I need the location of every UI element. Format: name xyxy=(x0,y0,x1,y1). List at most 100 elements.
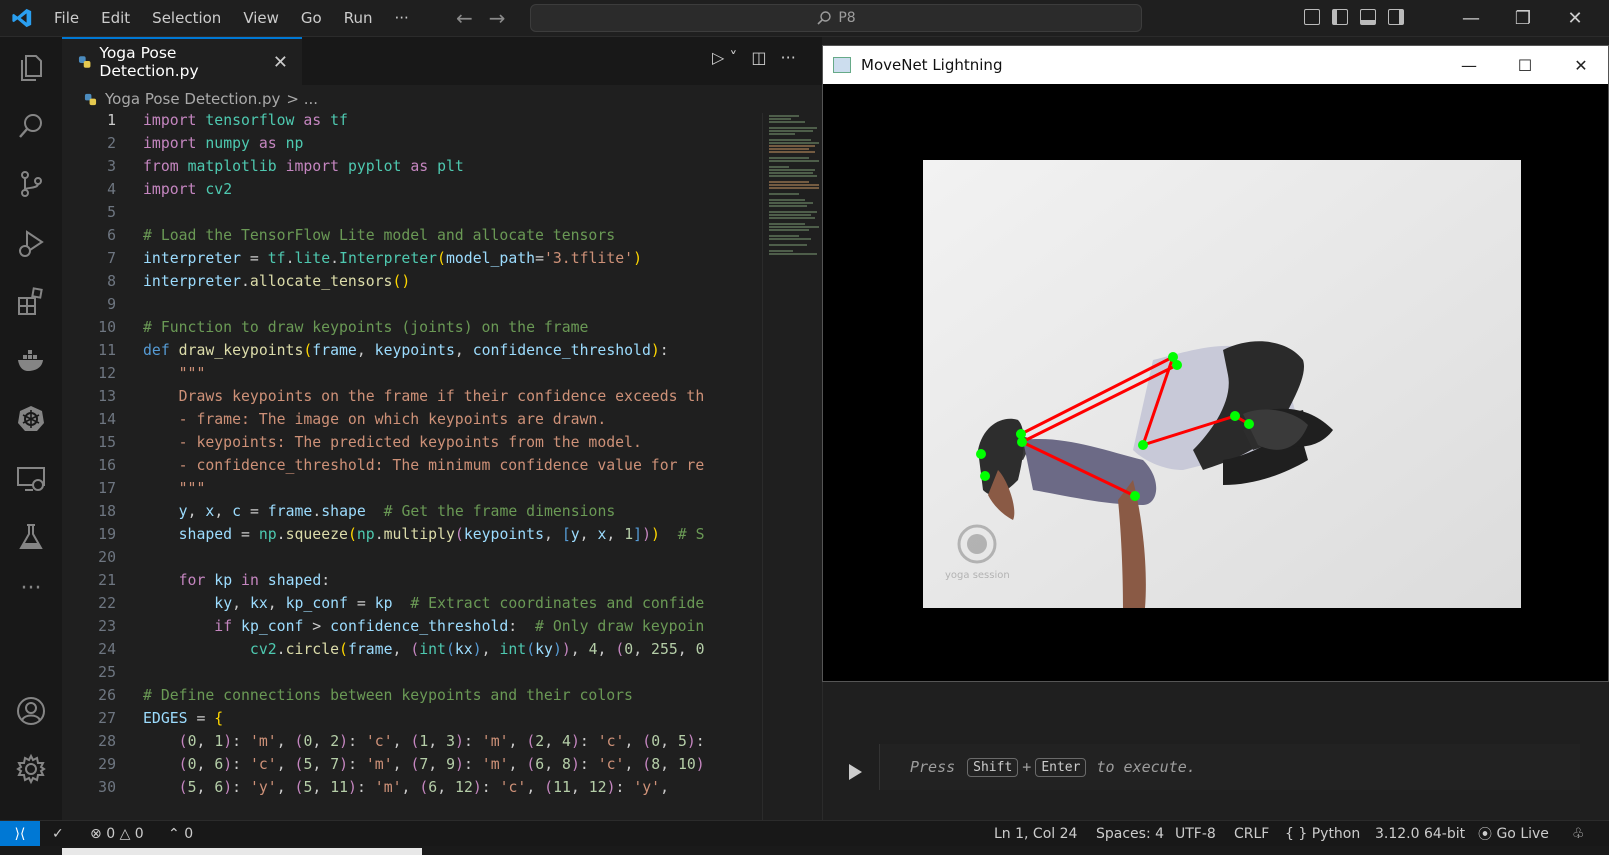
cursor-position[interactable]: Ln 1, Col 24 xyxy=(994,821,1077,846)
kubernetes-icon[interactable] xyxy=(15,403,47,435)
toggle-panel-icon[interactable] xyxy=(1360,9,1376,25)
live-server-icon: ⦿ xyxy=(1478,826,1492,843)
forward-arrow-icon[interactable]: → xyxy=(489,6,506,30)
menu-go[interactable]: Go xyxy=(301,9,322,27)
close-tab-icon[interactable]: ✕ xyxy=(273,52,288,73)
settings-gear-icon[interactable] xyxy=(15,753,47,785)
line-ending[interactable]: CRLF xyxy=(1234,821,1269,846)
command-center-search[interactable]: P8 xyxy=(530,4,1142,32)
code-line: 21 for kp in shaped: xyxy=(98,572,331,589)
menu-edit[interactable]: Edit xyxy=(101,9,130,27)
code-line: 10 # Function to draw keypoints (joints) … xyxy=(98,319,589,336)
accounts-icon[interactable] xyxy=(15,695,47,727)
menu-file[interactable]: File xyxy=(54,9,79,27)
search-text: P8 xyxy=(838,10,856,26)
interactive-input[interactable]: Press Shift + Enter to execute. xyxy=(879,744,1580,790)
ports-indicator[interactable]: ⌃ 0 xyxy=(168,821,193,846)
split-editor-icon[interactable]: ◫ xyxy=(751,48,766,67)
warning-icon: △ xyxy=(119,825,131,842)
menu-more[interactable]: ··· xyxy=(395,9,409,27)
tab-yoga-pose-detection[interactable]: Yoga Pose Detection.py ✕ xyxy=(62,37,302,85)
run-and-debug-icon[interactable] xyxy=(15,227,47,259)
code-line: 16 - confidence_threshold: The minimum c… xyxy=(98,457,705,474)
execute-cell-icon[interactable] xyxy=(849,764,862,780)
testing-icon[interactable] xyxy=(15,521,47,553)
code-line: 5 xyxy=(107,204,116,221)
code-line: 23 if kp_conf > confidence_threshold: # … xyxy=(98,618,705,635)
restore-button[interactable]: ❐ xyxy=(1494,0,1552,36)
minimize-button[interactable]: — xyxy=(1442,0,1500,36)
back-arrow-icon[interactable]: ← xyxy=(456,6,473,30)
keypoint-dot xyxy=(1130,491,1140,501)
keypoint-dot xyxy=(1230,411,1240,421)
svg-text:yoga session: yoga session xyxy=(945,570,1010,581)
code-editor[interactable]: 1 import tensorflow as tf 2 import numpy a… xyxy=(62,113,762,820)
navigation-arrows: ← → xyxy=(456,6,506,30)
problems-indicator[interactable]: ⊗ 0 △ 0 xyxy=(90,821,144,846)
code-line: 6 # Load the TensorFlow Lite model and al… xyxy=(107,227,616,244)
run-python-file-icon[interactable]: ▷ ˅ xyxy=(712,48,737,67)
toggle-primary-sidebar-icon[interactable] xyxy=(1332,9,1348,25)
code-line: 29 (0, 6): 'c', (5, 7): 'm', (7, 9): 'm'… xyxy=(98,756,705,773)
popup-minimize-button[interactable]: — xyxy=(1441,46,1497,84)
menu-view[interactable]: View xyxy=(243,9,279,27)
close-window-button[interactable]: ✕ xyxy=(1546,0,1604,36)
activity-bar: ··· xyxy=(0,37,63,820)
code-line: 7 interpreter = tf.lite.Interpreter(model… xyxy=(107,250,642,267)
code-line: 3 from matplotlib import pyplot as plt xyxy=(107,158,464,175)
source-control-icon[interactable] xyxy=(15,168,47,200)
error-icon: ⊗ xyxy=(90,825,102,842)
breadcrumb-file[interactable]: Yoga Pose Detection.py xyxy=(105,90,280,108)
code-line: 19 shaped = np.squeeze(np.multiply(keypo… xyxy=(98,526,705,543)
menu-selection[interactable]: Selection xyxy=(152,9,221,27)
indentation[interactable]: Spaces: 4 xyxy=(1096,821,1164,846)
popup-close-button[interactable]: ✕ xyxy=(1553,46,1609,84)
keypoint-dot xyxy=(1172,360,1182,370)
code-line: 12 """ xyxy=(98,365,206,382)
plus-sign: + xyxy=(1022,758,1032,776)
code-line: 27 EDGES = { xyxy=(98,710,224,727)
remote-tunnel-icon[interactable]: ✓ xyxy=(52,821,64,846)
code-line: 1 import tensorflow as tf xyxy=(107,113,348,129)
menu-run[interactable]: Run xyxy=(344,9,373,27)
title-bar: File Edit Selection View Go Run ··· ← → … xyxy=(0,0,1609,37)
notifications-bell-icon[interactable]: ♧ xyxy=(1572,821,1585,846)
popup-maximize-button[interactable]: ☐ xyxy=(1497,46,1553,84)
encoding[interactable]: UTF-8 xyxy=(1175,821,1216,846)
code-line: 28 (0, 1): 'm', (0, 2): 'c', (1, 3): 'm'… xyxy=(98,733,705,750)
python-interpreter[interactable]: 3.12.0 64-bit xyxy=(1375,821,1465,846)
exec-tail: to execute. xyxy=(1096,758,1196,776)
pose-video-frame: yoga session xyxy=(923,160,1521,608)
code-line: 9 xyxy=(107,296,116,313)
code-line: 4 import cv2 xyxy=(107,181,233,198)
more-views-icon[interactable]: ··· xyxy=(15,578,47,611)
minimap[interactable] xyxy=(762,113,823,820)
more-actions-icon[interactable]: ··· xyxy=(781,48,796,67)
search-view-icon[interactable] xyxy=(15,110,47,142)
remote-explorer-icon[interactable] xyxy=(15,463,47,495)
code-line: 22 ky, kx, kp_conf = kp # Extract coordi… xyxy=(98,595,705,612)
docker-icon[interactable] xyxy=(15,344,47,376)
remote-indicator-icon[interactable]: ⟩⟨ xyxy=(0,821,40,846)
taskbar-strip xyxy=(0,846,1609,855)
tab-label: Yoga Pose Detection.py xyxy=(99,44,199,80)
extensions-icon[interactable] xyxy=(15,285,47,317)
toggle-secondary-sidebar-icon[interactable] xyxy=(1388,9,1404,25)
enter-key: Enter xyxy=(1035,757,1087,777)
keypoint-dot xyxy=(976,449,986,459)
customize-layout-icon[interactable] xyxy=(1304,9,1320,25)
code-line: 20 xyxy=(98,549,116,566)
keypoint-dot xyxy=(1017,437,1027,447)
go-live[interactable]: ⦿ Go Live xyxy=(1478,821,1549,846)
breadcrumb-rest[interactable]: > ... xyxy=(286,90,318,108)
movenet-window[interactable]: MoveNet Lightning — ☐ ✕ yoga session xyxy=(822,45,1609,682)
code-line: 18 y, x, c = frame.shape # Get the frame… xyxy=(98,503,616,520)
keypoint-dot xyxy=(1244,419,1254,429)
language-mode[interactable]: { } Python xyxy=(1285,821,1360,846)
code-line: 2 import numpy as np xyxy=(107,135,304,152)
code-line: 13 Draws keypoints on the frame if their… xyxy=(98,388,705,405)
braces-icon: { } xyxy=(1285,825,1308,842)
explorer-icon[interactable] xyxy=(15,51,47,83)
code-line: 14 - frame: The image on which keypoints… xyxy=(98,411,607,428)
exec-press: Press xyxy=(910,758,956,776)
